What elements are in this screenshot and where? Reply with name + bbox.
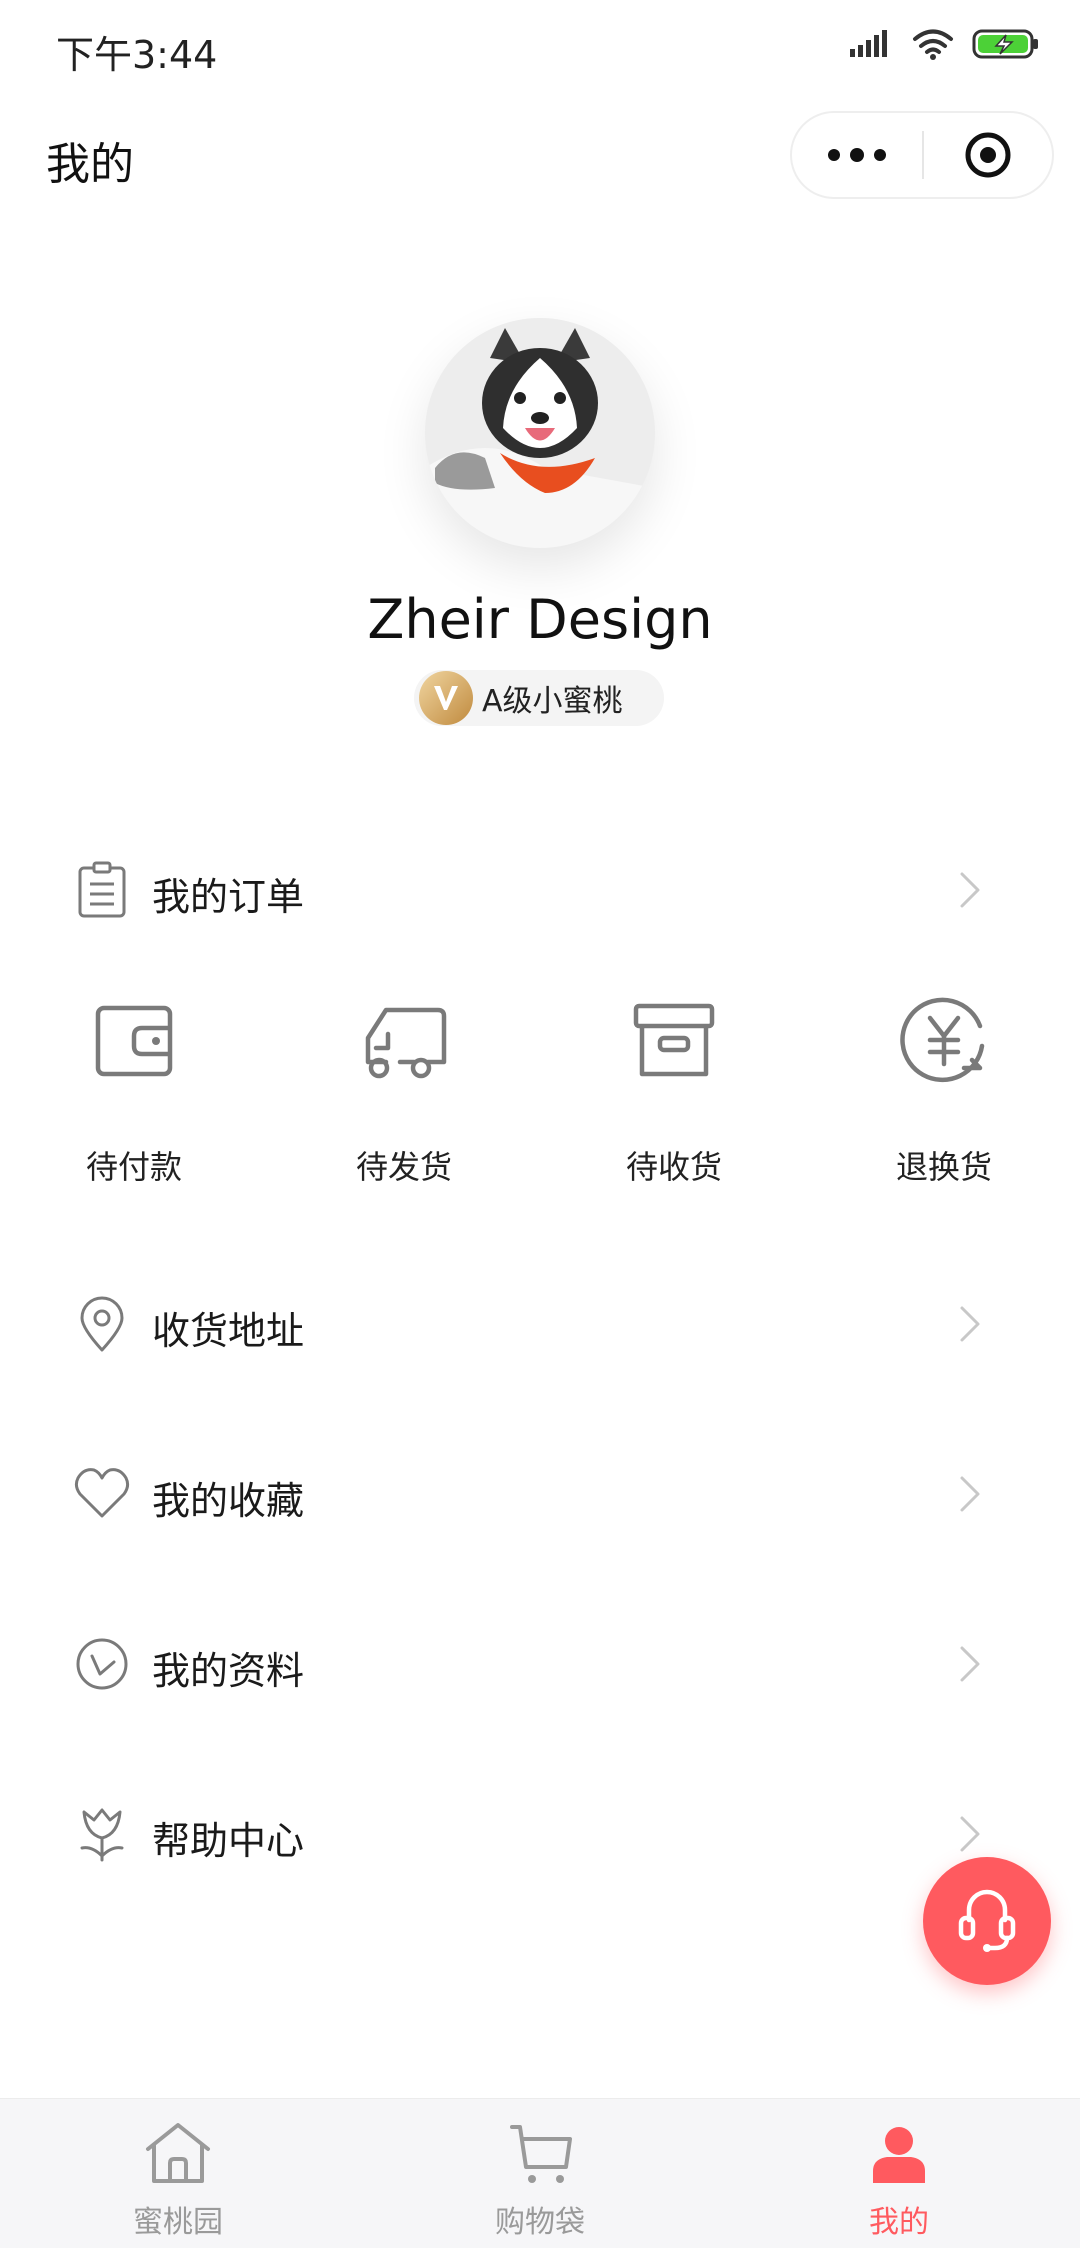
pending-receipt-button[interactable]: 待收货 [574, 990, 774, 1210]
more-dot-icon [828, 149, 840, 161]
my-favorites-row[interactable]: 我的收藏 [0, 1434, 1080, 1554]
pending-receipt-label: 待收货 [625, 1148, 722, 1186]
my-profile-info-row[interactable]: 我的资料 [0, 1604, 1080, 1724]
package-box-icon [633, 1003, 715, 1077]
tab-cart-label: 购物袋 [495, 2205, 585, 2240]
user-icon [873, 2127, 925, 2183]
bottom-tab-bar: 蜜桃园 购物袋 我的 [0, 2098, 1080, 2248]
clipboard-icon [78, 861, 126, 918]
help-center-row[interactable]: 帮助中心 [0, 1774, 1080, 1894]
tab-cart[interactable]: 购物袋 [430, 2099, 650, 2248]
help-center-label: 帮助中心 [152, 1819, 305, 1863]
miniprogram-capsule [790, 111, 1054, 199]
more-button[interactable] [792, 113, 922, 197]
page-title: 我的 [46, 139, 134, 190]
member-level-label: A级小蜜桃 [482, 684, 623, 719]
shipping-address-row[interactable]: 收货地址 [0, 1264, 1080, 1384]
my-favorites-label: 我的收藏 [152, 1479, 305, 1523]
headset-icon [958, 1889, 1016, 1952]
location-pin-icon [80, 1296, 124, 1352]
status-bar: 下午3:44 [0, 0, 1080, 100]
chevron-right-icon [960, 1476, 980, 1512]
clock-check-icon [76, 1638, 128, 1690]
member-level-badge[interactable]: A级小蜜桃 [414, 670, 664, 726]
shipping-address-label: 收货地址 [152, 1309, 305, 1353]
signal-icon [850, 30, 887, 57]
customer-service-button[interactable] [923, 1857, 1051, 1985]
tab-home-label: 蜜桃园 [133, 2205, 223, 2240]
avatar[interactable] [425, 318, 655, 548]
order-status-grid: 待付款 待发货 待收货 退换货 [0, 990, 1080, 1210]
chevron-right-icon [960, 872, 980, 908]
tulip-icon [80, 1808, 124, 1862]
cart-icon [510, 2125, 572, 2183]
battery-charging-icon [972, 29, 1038, 59]
pending-payment-button[interactable]: 待付款 [34, 990, 234, 1210]
tab-home[interactable]: 蜜桃园 [68, 2099, 288, 2248]
delivery-truck-icon [365, 1007, 447, 1079]
more-dot-icon [874, 149, 886, 161]
yuan-refund-icon [900, 997, 985, 1083]
wifi-icon [913, 29, 953, 60]
status-icons [850, 28, 1040, 60]
husky-avatar-image [425, 318, 655, 548]
tab-me[interactable]: 我的 [789, 2099, 1009, 2248]
target-close-icon [965, 132, 1011, 178]
user-name: Zheir Design [367, 588, 713, 651]
chevron-right-icon [960, 1306, 980, 1342]
my-orders-label: 我的订单 [152, 875, 305, 919]
pending-payment-label: 待付款 [85, 1148, 182, 1186]
close-miniprogram-button[interactable] [924, 113, 1052, 197]
returns-exchanges-label: 退换货 [895, 1148, 992, 1186]
pending-shipment-label: 待发货 [355, 1148, 452, 1186]
my-orders-row[interactable]: 我的订单 [0, 830, 1080, 950]
vip-v-icon [419, 671, 473, 725]
returns-exchanges-button[interactable]: 退换货 [844, 990, 1044, 1210]
wallet-icon [95, 1005, 173, 1077]
status-time: 下午3:44 [56, 33, 218, 77]
my-profile-info-label: 我的资料 [152, 1649, 305, 1693]
chevron-right-icon [960, 1646, 980, 1682]
pending-shipment-button[interactable]: 待发货 [304, 990, 504, 1210]
home-icon [146, 2123, 210, 2183]
heart-icon [74, 1468, 130, 1518]
chevron-right-icon [960, 1816, 980, 1852]
more-dot-icon [850, 148, 864, 162]
tab-me-label: 我的 [869, 2205, 929, 2240]
